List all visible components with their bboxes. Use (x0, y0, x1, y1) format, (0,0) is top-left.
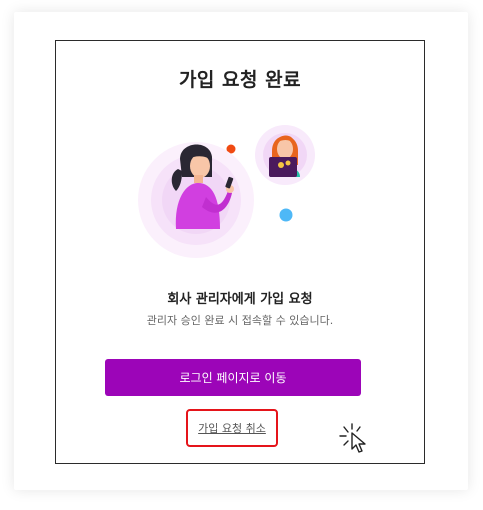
cancel-signup-request-link[interactable]: 가입 요청 취소 (188, 420, 276, 436)
request-heading: 회사 관리자에게 가입 요청 (167, 292, 313, 307)
go-to-login-button[interactable]: 로그인 페이지로 이동 (105, 359, 361, 396)
signup-complete-dialog: 가입 요청 완료 회사 관리자에게 가입 요청 관리자 승인 완료 시 접속할 … (55, 40, 425, 464)
blue-dot (279, 208, 293, 222)
click-cursor-icon (339, 423, 366, 453)
approval-notice: 관리자 승인 완료 시 접속할 수 있습니다. (146, 314, 334, 327)
person-with-laptop-illustration (255, 125, 315, 185)
signup-illustration (138, 125, 315, 258)
cancel-highlight-box: 가입 요청 취소 (186, 409, 278, 447)
dialog-title: 가입 요청 완료 (178, 69, 302, 91)
person-with-phone-illustration (138, 142, 254, 258)
